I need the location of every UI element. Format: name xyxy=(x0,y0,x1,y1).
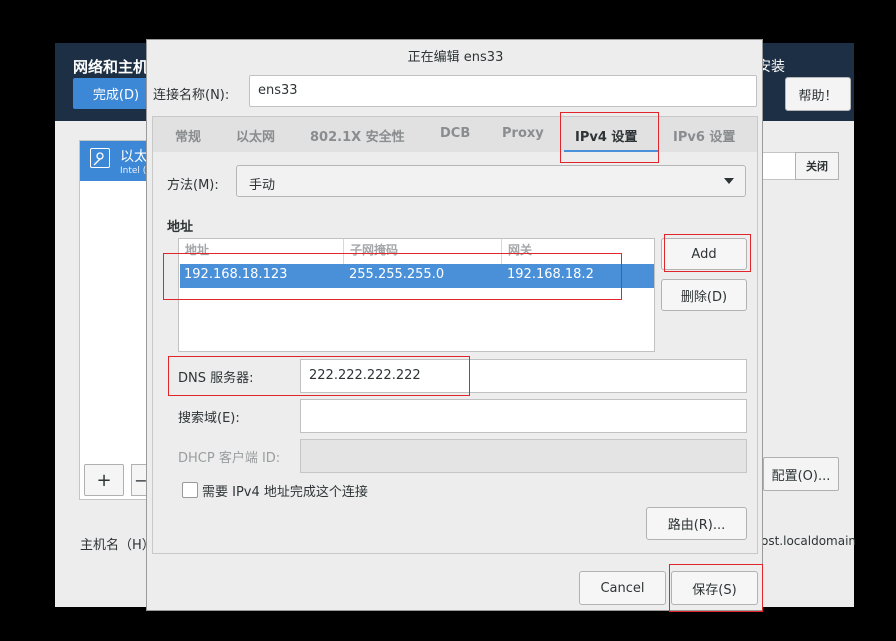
connection-name-label: 连接名称(N): xyxy=(153,88,230,103)
edit-connection-dialog: 正在编辑 ens33 连接名称(N): ens33 常规 以太网 802.1X … xyxy=(146,39,763,611)
search-domains-label: 搜索域(E): xyxy=(178,411,240,426)
interface-name: 以太 xyxy=(120,149,148,165)
dhcp-client-id-input xyxy=(300,439,747,473)
dns-servers-label: DNS 服务器: xyxy=(178,371,254,386)
ipv4-settings-panel: 方法(M): 手动 地址 地址 子网掩码 网关 192.168.18.123 2… xyxy=(152,152,758,554)
column-header-gateway[interactable]: 网关 xyxy=(502,239,654,264)
tab-general[interactable]: 常规 xyxy=(175,126,201,145)
network-icon xyxy=(90,148,110,168)
configure-button[interactable]: 配置(O)... xyxy=(763,457,839,491)
interface-list-item[interactable]: 以太 Intel ( xyxy=(80,141,150,181)
hostname-value: ost.localdomain xyxy=(761,534,857,548)
connection-name-input[interactable]: ens33 xyxy=(249,75,757,107)
tab-8021x-security[interactable]: 802.1X 安全性 xyxy=(310,126,405,145)
tab-proxy[interactable]: Proxy xyxy=(502,126,544,141)
save-button[interactable]: 保存(S) xyxy=(671,571,758,605)
add-interface-button[interactable]: + xyxy=(84,464,124,496)
help-button[interactable]: 帮助！ xyxy=(785,77,851,111)
address-table[interactable]: 地址 子网掩码 网关 192.168.18.123 255.255.255.0 … xyxy=(178,238,655,352)
tab-ipv4-settings[interactable]: IPv4 设置 xyxy=(575,126,637,145)
delete-address-button[interactable]: 删除(D) xyxy=(661,279,747,311)
table-row[interactable]: 192.168.18.123 255.255.255.0 192.168.18.… xyxy=(180,264,654,288)
require-ipv4-label[interactable]: 需要 IPv4 地址完成这个连接 xyxy=(202,481,368,500)
interface-list[interactable]: 以太 Intel ( xyxy=(79,140,151,500)
method-value: 手动 xyxy=(249,178,276,193)
method-dropdown[interactable]: 手动 xyxy=(236,165,746,197)
search-domains-input[interactable] xyxy=(300,399,747,433)
require-ipv4-checkbox[interactable] xyxy=(182,482,198,498)
close-button[interactable]: 关闭 xyxy=(795,152,839,180)
tab-bar: 常规 以太网 802.1X 安全性 DCB Proxy IPv4 设置 IPv6… xyxy=(152,116,758,153)
netmask-cell[interactable]: 255.255.255.0 xyxy=(349,267,444,282)
column-header-address[interactable]: 地址 xyxy=(179,239,344,264)
address-heading: 地址 xyxy=(167,220,194,235)
background-title: 网络和主机 xyxy=(73,58,149,76)
dns-servers-input[interactable]: 222.222.222.222 xyxy=(300,359,747,393)
add-address-button[interactable]: Add xyxy=(661,238,747,270)
tab-ethernet[interactable]: 以太网 xyxy=(236,126,275,145)
method-label: 方法(M): xyxy=(167,178,219,193)
background-toggle-field[interactable] xyxy=(762,152,796,180)
interface-subtitle: Intel ( xyxy=(120,166,147,176)
tab-dcb[interactable]: DCB xyxy=(440,126,470,141)
address-cell[interactable]: 192.168.18.123 xyxy=(184,267,287,282)
dialog-title: 正在编辑 ens33 xyxy=(407,50,504,65)
column-header-netmask[interactable]: 子网掩码 xyxy=(344,239,502,264)
tab-ipv6-settings[interactable]: IPv6 设置 xyxy=(673,126,735,145)
dhcp-client-id-label: DHCP 客户端 ID: xyxy=(178,451,281,466)
dropdown-arrow-icon xyxy=(724,178,734,184)
cancel-button[interactable]: Cancel xyxy=(579,571,666,605)
hostname-label: 主机名（H） xyxy=(80,538,155,553)
gateway-cell[interactable]: 192.168.18.2 xyxy=(507,267,594,282)
routes-button[interactable]: 路由(R)... xyxy=(646,507,747,540)
